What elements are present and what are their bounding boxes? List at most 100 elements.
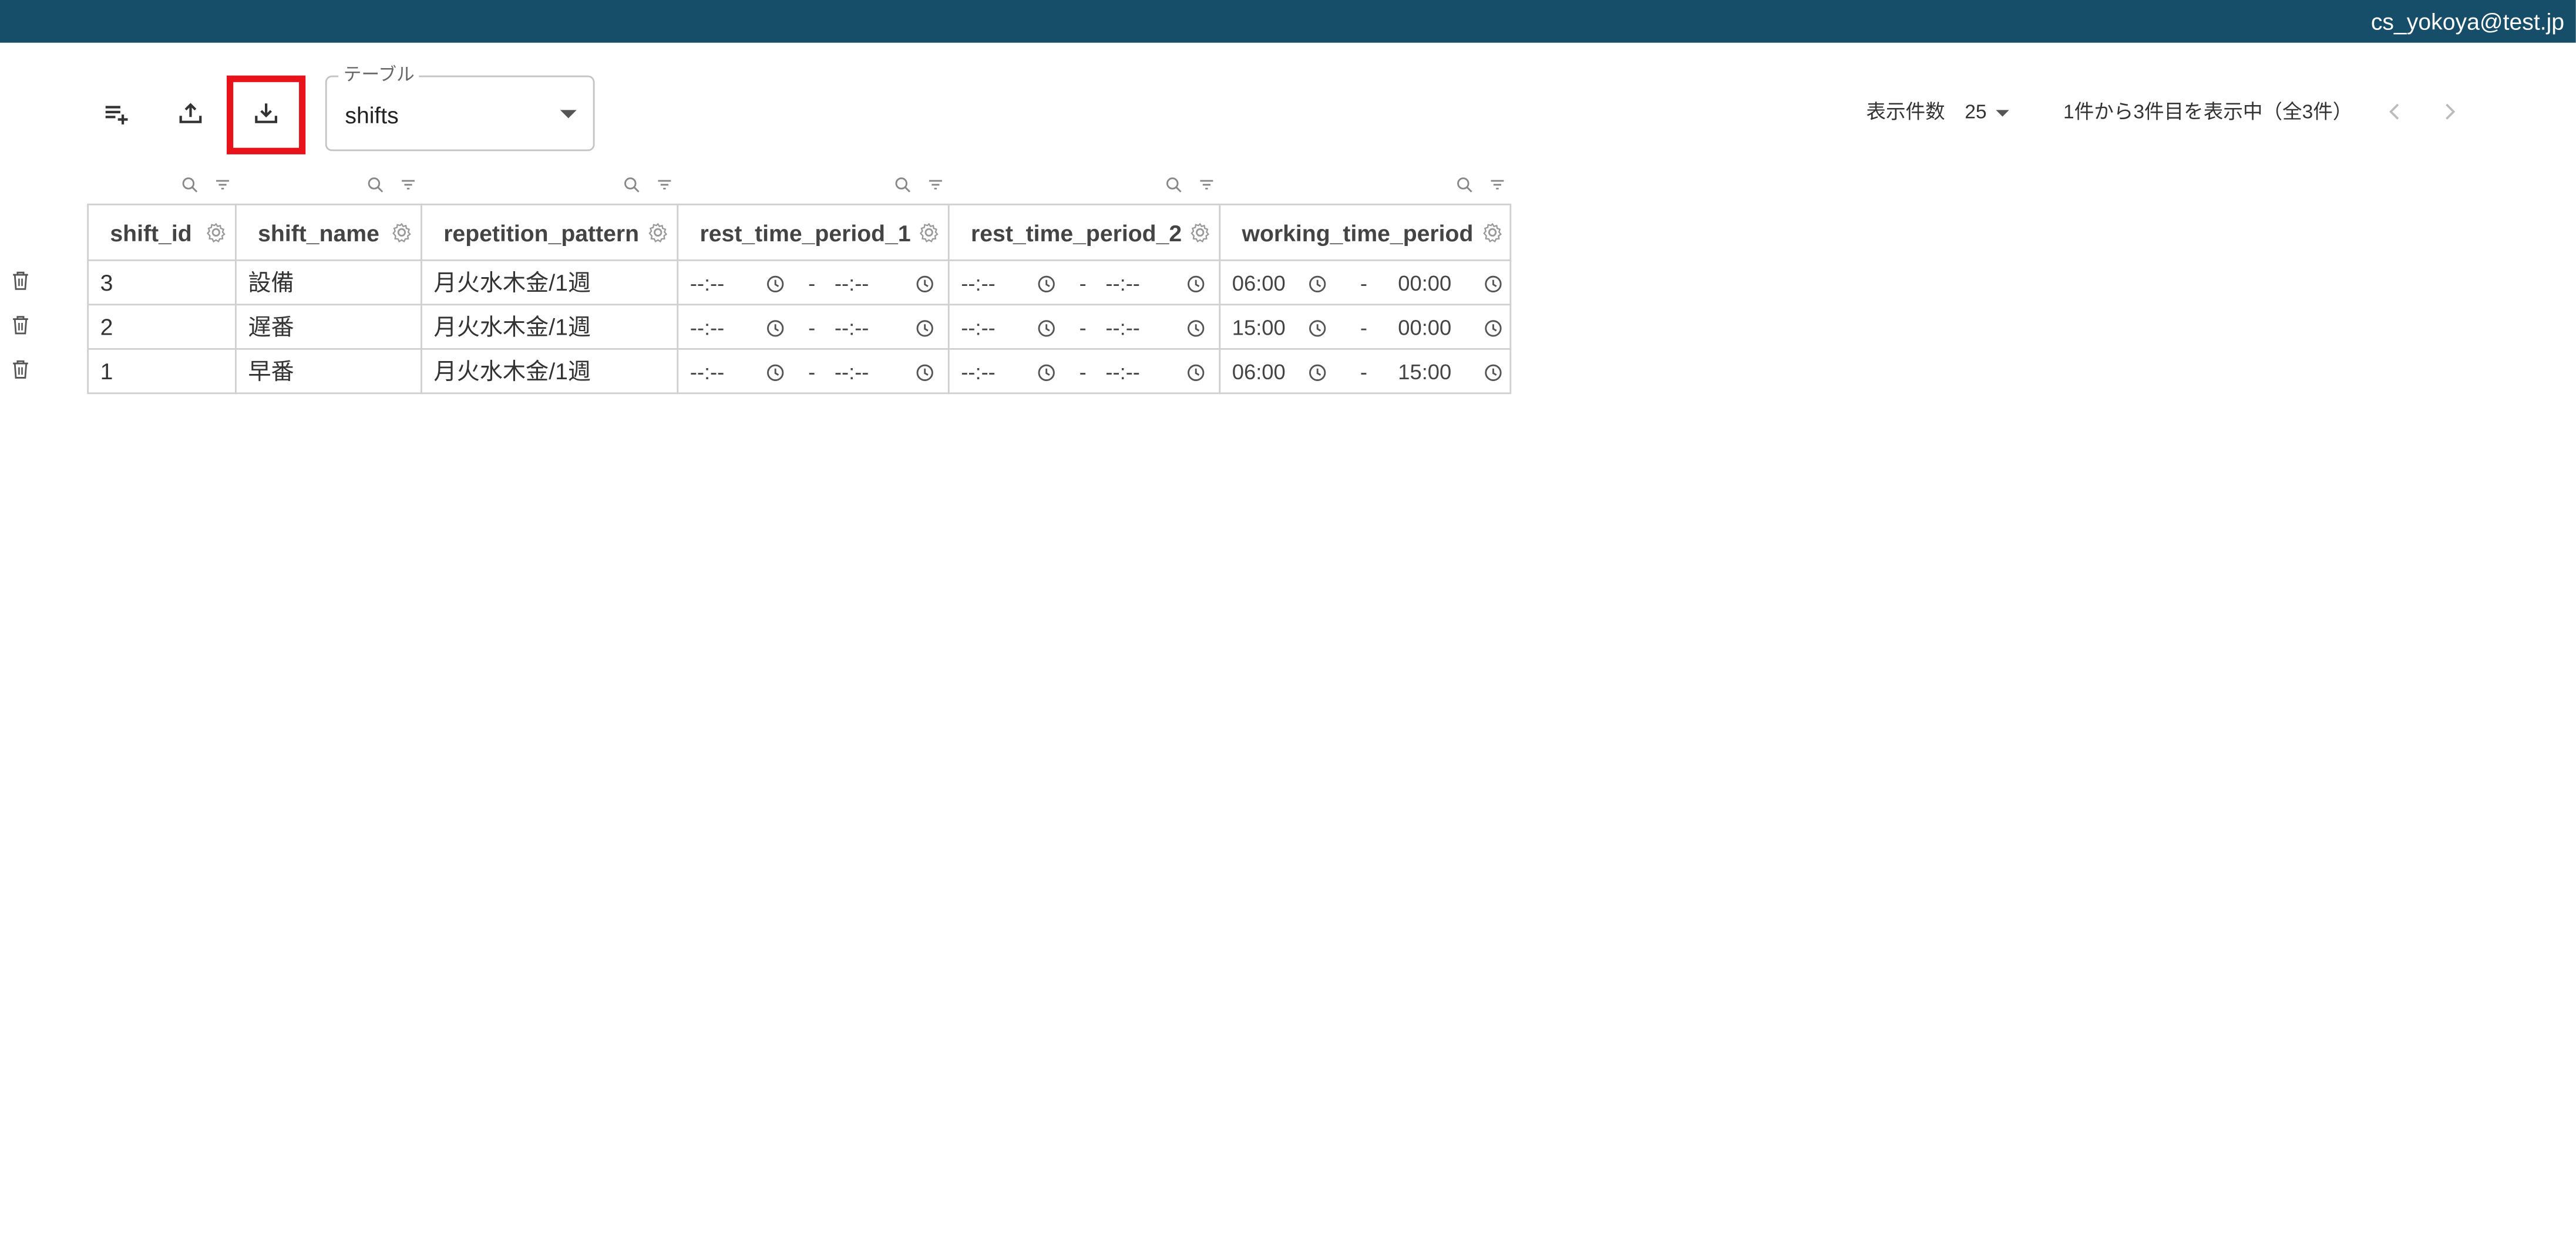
playlist-add-icon bbox=[105, 106, 128, 124]
time-start-input[interactable]: --:-- bbox=[961, 315, 996, 342]
clock-icon[interactable] bbox=[1186, 361, 1207, 382]
cell-shift-name[interactable]: 設備 bbox=[236, 261, 422, 306]
cell-working-time-period: 06:00 - 00:00 bbox=[1220, 261, 1512, 306]
cell-shift-name[interactable]: 早番 bbox=[237, 349, 422, 395]
time-start-input[interactable]: --:-- bbox=[961, 271, 996, 298]
column-header-repetition-pattern[interactable]: repetition_pattern bbox=[422, 205, 679, 261]
clock-icon[interactable] bbox=[1484, 272, 1505, 294]
time-start-input[interactable]: 15:00 bbox=[1232, 315, 1286, 342]
clock-icon[interactable] bbox=[1186, 272, 1207, 294]
search-icon[interactable] bbox=[363, 173, 386, 196]
range-separator: - bbox=[1079, 359, 1087, 385]
range-separator: - bbox=[808, 271, 816, 296]
clock-icon[interactable] bbox=[1037, 317, 1058, 338]
delete-row-icon[interactable] bbox=[12, 314, 32, 335]
column-header-rest-time-period-2[interactable]: rest_time_period_2 bbox=[949, 205, 1221, 261]
gear-icon[interactable] bbox=[647, 222, 668, 243]
sort-icon[interactable] bbox=[1485, 173, 1508, 196]
column-header-label: rest_time_period_1 bbox=[700, 220, 911, 247]
rows-per-page-caret-icon[interactable] bbox=[1996, 110, 2009, 117]
chevron-left-icon bbox=[2389, 103, 2399, 120]
clock-icon[interactable] bbox=[1307, 317, 1329, 338]
clock-icon[interactable] bbox=[915, 361, 936, 382]
gear-icon[interactable] bbox=[206, 222, 227, 243]
column-header-label: shift_id bbox=[110, 220, 192, 247]
cell-repetition-pattern[interactable]: 月火水木金/1週 bbox=[422, 305, 679, 350]
search-icon[interactable] bbox=[1452, 173, 1475, 196]
cell-shift-id[interactable]: 2 bbox=[89, 305, 237, 350]
time-start-input[interactable]: --:-- bbox=[961, 360, 996, 386]
clock-icon[interactable] bbox=[1186, 317, 1207, 338]
column-header-working-time-period[interactable]: working_time_period bbox=[1220, 205, 1512, 261]
sort-icon[interactable] bbox=[923, 173, 946, 196]
cell-value: 3 bbox=[100, 269, 113, 296]
range-separator: - bbox=[808, 359, 816, 385]
clock-icon[interactable] bbox=[1484, 361, 1505, 382]
clock-icon[interactable] bbox=[915, 317, 936, 338]
delete-row-icon[interactable] bbox=[12, 269, 32, 291]
column-header-shift-id[interactable]: shift_id bbox=[89, 205, 237, 261]
upload-button[interactable] bbox=[169, 92, 212, 135]
time-end-input[interactable]: --:-- bbox=[1105, 360, 1140, 386]
time-end-input[interactable]: --:-- bbox=[835, 271, 869, 298]
cell-rest-time-period-2: --:-- - --:-- bbox=[950, 349, 1221, 395]
time-end-input[interactable]: 00:00 bbox=[1398, 271, 1451, 298]
gear-icon[interactable] bbox=[391, 222, 412, 243]
cell-shift-name[interactable]: 遅番 bbox=[236, 305, 422, 350]
gear-icon[interactable] bbox=[1189, 222, 1210, 243]
clock-icon[interactable] bbox=[1037, 272, 1058, 294]
range-separator: - bbox=[1360, 315, 1368, 340]
column-header-label: shift_name bbox=[258, 220, 379, 247]
sort-icon[interactable] bbox=[652, 173, 675, 196]
clock-icon[interactable] bbox=[915, 272, 936, 294]
cell-shift-id[interactable]: 1 bbox=[89, 349, 237, 395]
gear-icon[interactable] bbox=[919, 222, 940, 243]
cell-working-time-period: 06:00 - 15:00 bbox=[1220, 350, 1511, 395]
clock-icon[interactable] bbox=[1484, 317, 1505, 338]
cell-value: 2 bbox=[100, 314, 113, 340]
add-row-button[interactable] bbox=[95, 92, 138, 135]
time-end-input[interactable]: --:-- bbox=[835, 360, 869, 386]
clock-icon[interactable] bbox=[765, 317, 786, 338]
cell-rest-time-period-2: --:-- - --:-- bbox=[949, 305, 1221, 350]
sort-icon[interactable] bbox=[396, 173, 419, 196]
time-start-input[interactable]: 06:00 bbox=[1232, 271, 1286, 298]
cell-rest-time-period-1: --:-- - --:-- bbox=[678, 305, 950, 350]
clock-icon[interactable] bbox=[1037, 361, 1058, 382]
search-icon[interactable] bbox=[1161, 173, 1184, 196]
time-start-input[interactable]: --:-- bbox=[690, 360, 725, 386]
clock-icon[interactable] bbox=[765, 361, 786, 382]
cell-repetition-pattern[interactable]: 月火水木金/1週 bbox=[422, 349, 679, 395]
sort-icon[interactable] bbox=[1194, 173, 1217, 196]
column-header-rest-time-period-1[interactable]: rest_time_period_1 bbox=[678, 205, 950, 261]
cell-shift-id[interactable]: 3 bbox=[89, 261, 237, 306]
prev-page-button[interactable] bbox=[2382, 99, 2409, 125]
clock-icon[interactable] bbox=[765, 272, 786, 294]
column-header-label: rest_time_period_2 bbox=[971, 220, 1182, 247]
column-filter-rest-time-period-2 bbox=[1161, 173, 1217, 196]
clock-icon[interactable] bbox=[1307, 272, 1329, 294]
search-icon[interactable] bbox=[177, 173, 200, 196]
time-start-input[interactable]: 06:00 bbox=[1232, 360, 1286, 386]
time-start-input[interactable]: --:-- bbox=[690, 315, 725, 342]
cell-value: 月火水木金/1週 bbox=[433, 269, 591, 296]
cell-repetition-pattern[interactable]: 月火水木金/1週 bbox=[422, 261, 679, 306]
time-end-input[interactable]: 00:00 bbox=[1398, 315, 1451, 342]
gear-icon[interactable] bbox=[1482, 222, 1503, 243]
download-highlight-box bbox=[226, 75, 306, 154]
rows-per-page-select[interactable]: 25 bbox=[1965, 100, 1986, 123]
sort-icon[interactable] bbox=[210, 173, 233, 196]
search-icon[interactable] bbox=[619, 173, 642, 196]
table-select[interactable]: テーブル shifts bbox=[325, 64, 595, 151]
time-end-input[interactable]: --:-- bbox=[1105, 271, 1140, 298]
column-header-shift-name[interactable]: shift_name bbox=[236, 205, 422, 261]
time-start-input[interactable]: --:-- bbox=[690, 271, 725, 298]
user-email[interactable]: cs_yokoya@test.jp bbox=[2371, 8, 2564, 35]
time-end-input[interactable]: 15:00 bbox=[1398, 360, 1451, 386]
next-page-button[interactable] bbox=[2436, 99, 2463, 125]
clock-icon[interactable] bbox=[1307, 361, 1329, 382]
search-icon[interactable] bbox=[890, 173, 913, 196]
time-end-input[interactable]: --:-- bbox=[1105, 315, 1140, 342]
time-end-input[interactable]: --:-- bbox=[835, 315, 869, 342]
delete-row-icon[interactable] bbox=[12, 358, 32, 379]
